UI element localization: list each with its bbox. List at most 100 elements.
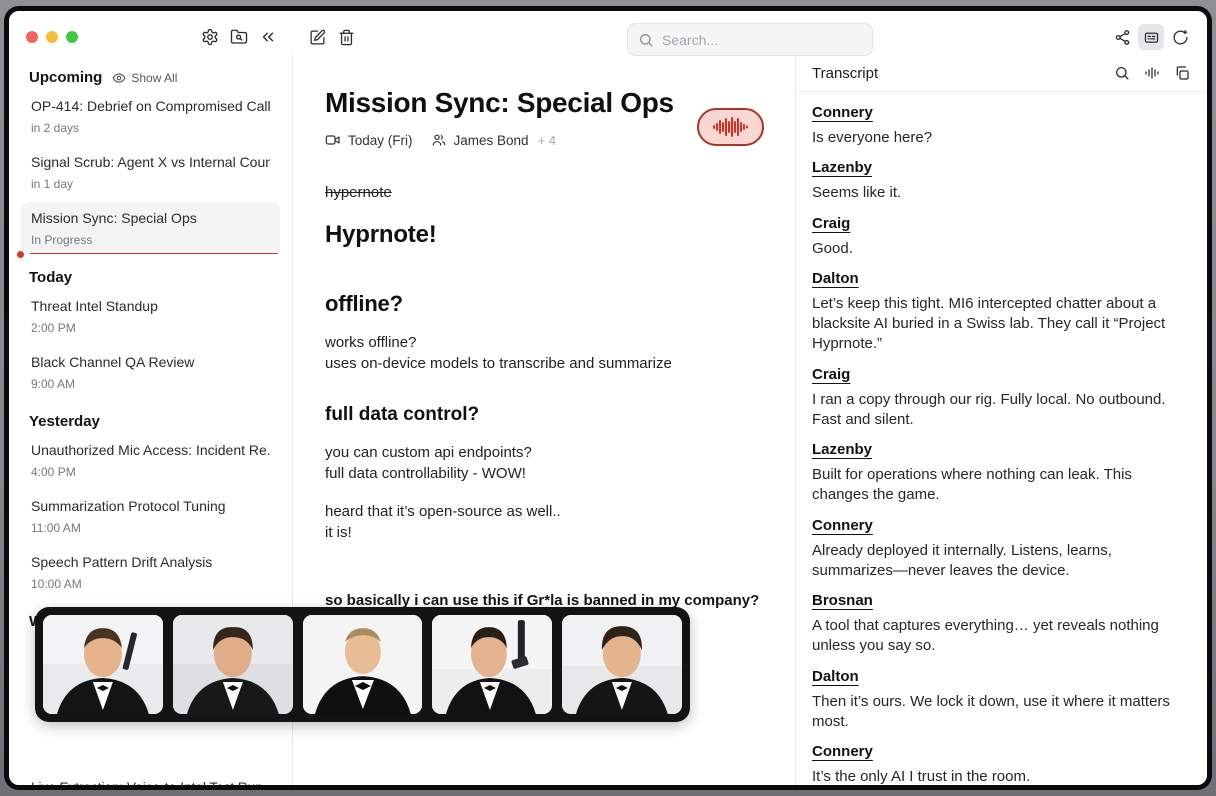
folder-search-icon: [230, 28, 248, 46]
recording-button[interactable]: [697, 108, 764, 146]
trash-icon: [338, 29, 355, 46]
transcript-text: Is everyone here?: [812, 128, 1191, 148]
search-icon: [638, 32, 654, 48]
note-date-chip[interactable]: Today (Fri): [325, 132, 413, 148]
collapse-sidebar-button[interactable]: [255, 24, 281, 50]
sidebar-item-selected[interactable]: Mission Sync: Special Ops In Progress: [21, 202, 280, 255]
sidebar-item-subtitle: in 1 day: [31, 177, 270, 191]
note-body[interactable]: hypernote Hyprnote! offline? works offli…: [325, 182, 767, 649]
copy-icon: [1174, 65, 1190, 81]
transcript-speaker: Dalton: [812, 668, 1191, 685]
transcript-speaker: Craig: [812, 366, 1191, 383]
transcript-body[interactable]: Connery Is everyone here? Lazenby Seems …: [796, 92, 1207, 785]
sidebar-item[interactable]: Summarization Protocol Tuning 11:00 AM: [21, 490, 280, 543]
transcript-copy-button[interactable]: [1169, 60, 1195, 86]
transcript-entry: Connery Is everyone here?: [812, 104, 1191, 148]
note-heading-2: offline?: [325, 289, 767, 320]
transcript-text: Good.: [812, 239, 1191, 259]
transcript-text: A tool that captures everything… yet rev…: [812, 616, 1191, 657]
transcript-text: Seems like it.: [812, 183, 1191, 203]
transcript-text: Already deployed it internally. Listens,…: [812, 541, 1191, 582]
transcript-entry: Brosnan A tool that captures everything……: [812, 592, 1191, 657]
show-all-button[interactable]: Show All: [112, 71, 177, 85]
transcript-text: It’s the only AI I trust in the room.: [812, 767, 1191, 785]
transcript-entry: Dalton Let’s keep this tight. MI6 interc…: [812, 270, 1191, 355]
transcript-speaker: Lazenby: [812, 441, 1191, 458]
note-participant-label: James Bond: [454, 133, 529, 148]
sidebar-item-title: Threat Intel Standup: [31, 298, 270, 314]
transcript-entry: Dalton Then it’s ours. We lock it down, …: [812, 668, 1191, 733]
transcript-panel: Transcript: [795, 55, 1207, 785]
note-participant-extra: + 4: [538, 133, 556, 148]
sidebar-item-title: Mission Sync: Special Ops: [31, 210, 270, 226]
transcript-text: Let’s keep this tight. MI6 intercepted c…: [812, 294, 1191, 355]
browse-notes-button[interactable]: [226, 24, 252, 50]
sidebar-item[interactable]: Live Extraction: Voice-to-Intel Test Run: [31, 780, 263, 785]
sidebar-item[interactable]: Speech Pattern Drift Analysis 10:00 AM: [21, 546, 280, 599]
widget-panel-button[interactable]: [1138, 24, 1164, 50]
share-icon: [1114, 29, 1131, 46]
note-date-label: Today (Fri): [348, 133, 413, 148]
transcript-search-button[interactable]: [1109, 60, 1135, 86]
search-input[interactable]: [662, 32, 862, 48]
traffic-lights: [26, 31, 78, 43]
sidebar-item-title: Signal Scrub: Agent X vs Internal Coun..…: [31, 154, 270, 170]
search-icon: [1114, 65, 1130, 81]
global-search: [627, 23, 873, 56]
audio-lines-icon: [1144, 65, 1160, 81]
close-window-button[interactable]: [26, 31, 38, 43]
section-label: Yesterday: [29, 413, 100, 430]
video-camera-icon: [325, 132, 341, 148]
transcript-entry: Craig I ran a copy through our rig. Full…: [812, 366, 1191, 431]
transcript-entry: Lazenby Seems like it.: [812, 159, 1191, 203]
section-today: Today: [29, 269, 272, 286]
sidebar-item-subtitle: 10:00 AM: [31, 577, 270, 591]
section-label: Today: [29, 269, 72, 286]
note-paragraph: heard that it’s open-source as well.. it…: [325, 501, 767, 543]
minimize-window-button[interactable]: [46, 31, 58, 43]
regenerate-button[interactable]: [1167, 24, 1193, 50]
transcript-title: Transcript: [812, 65, 878, 82]
transcript-speaker: Dalton: [812, 270, 1191, 287]
transcript-speaker: Connery: [812, 104, 1191, 121]
recording-progress-line: [30, 253, 278, 255]
sidebar-item-subtitle: In Progress: [31, 233, 270, 247]
portrait-brosnan: [432, 615, 552, 714]
recording-progress-dot: [17, 251, 24, 258]
sidebar-toolbar: [197, 24, 281, 50]
sidebar-item-title: Live Extraction: Voice-to-Intel Test Run: [31, 780, 263, 785]
transcript-text: I ran a copy through our rig. Fully loca…: [812, 390, 1191, 431]
delete-note-button[interactable]: [333, 24, 359, 50]
sidebar-item-subtitle: 9:00 AM: [31, 377, 270, 391]
sidebar-item[interactable]: Black Channel QA Review 9:00 AM: [21, 346, 280, 399]
transcript-entry: Connery Already deployed it internally. …: [812, 517, 1191, 582]
transcript-audio-button[interactable]: [1139, 60, 1165, 86]
chevrons-left-icon: [259, 28, 277, 46]
sidebar-item-title: Black Channel QA Review: [31, 354, 270, 370]
sidebar-item[interactable]: Unauthorized Mic Access: Incident Re... …: [21, 434, 280, 487]
sidebar-item-subtitle: 2:00 PM: [31, 321, 270, 335]
share-button[interactable]: [1109, 24, 1135, 50]
window-right-toolbar: [1109, 24, 1193, 50]
show-all-label: Show All: [131, 71, 177, 85]
sidebar-item[interactable]: Signal Scrub: Agent X vs Internal Coun..…: [21, 146, 280, 199]
transcript-text: Built for operations where nothing can l…: [812, 465, 1191, 506]
portrait-lazenby: [173, 615, 293, 714]
sidebar-item-title: Summarization Protocol Tuning: [31, 498, 270, 514]
sidebar-item-title: Speech Pattern Drift Analysis: [31, 554, 270, 570]
section-label: Upcoming: [29, 69, 102, 86]
sidebar-item[interactable]: Threat Intel Standup 2:00 PM: [21, 290, 280, 343]
sidebar-item-title: Unauthorized Mic Access: Incident Re...: [31, 442, 270, 458]
transcript-toolbar: [1109, 60, 1195, 86]
transcript-header: Transcript: [796, 55, 1207, 92]
transcript-entry: Connery It’s the only AI I trust in the …: [812, 743, 1191, 785]
settings-button[interactable]: [197, 24, 223, 50]
new-note-button[interactable]: [304, 24, 330, 50]
sidebar-item[interactable]: OP-414: Debrief on Compromised Call in 2…: [21, 90, 280, 143]
refresh-sparkle-icon: [1172, 29, 1189, 46]
portrait-connery: [43, 615, 163, 714]
zoom-window-button[interactable]: [66, 31, 78, 43]
bond-actors-photo-strip: [35, 607, 690, 722]
note-participants-chip[interactable]: James Bond + 4: [431, 132, 556, 148]
people-icon: [431, 132, 447, 148]
